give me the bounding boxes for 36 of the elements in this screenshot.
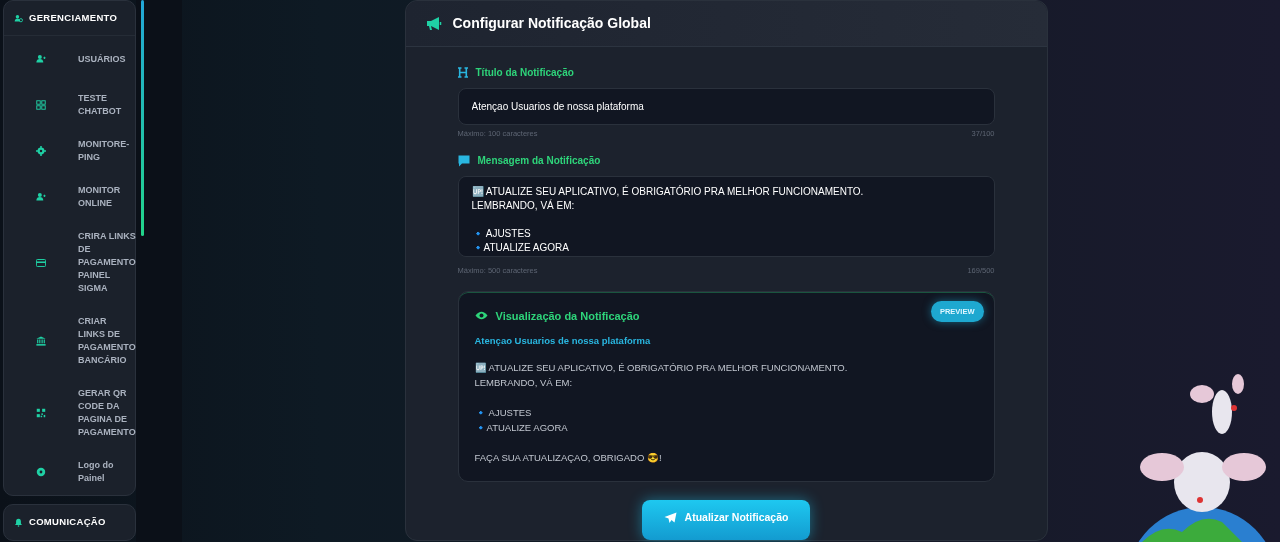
sidebar-item[interactable]: MONITOR ONLINE <box>78 184 135 211</box>
sidebar-section-title[interactable]: GERENCIAMENTO <box>29 11 118 26</box>
heading-icon <box>457 67 468 78</box>
user-plus-icon <box>36 54 46 65</box>
bell-icon <box>14 517 23 527</box>
preview-text-line: 🔹ATUALIZE AGORA <box>474 421 569 436</box>
field-label: Título da Notificação <box>475 66 574 80</box>
sidebar-item[interactable]: GERAR QR CODE DA PAGINA DE PAGAMENTO <box>78 387 136 440</box>
preview-title: Atençao Usuarios de nossa plataforma <box>474 334 652 348</box>
preview-text-line: FAÇA SUA ATUALIZAÇAO, OBRIGADO 😎! <box>474 451 663 466</box>
sidebar-item[interactable]: TESTE CHATBOT <box>78 92 135 119</box>
user-plus-icon <box>36 192 46 203</box>
eye-icon <box>474 311 488 321</box>
bank-icon <box>36 336 46 347</box>
title-input-field[interactable]: Atençao Usuarios de nossa plataforma <box>457 88 995 125</box>
chat-icon <box>457 154 470 167</box>
field-label: Mensagem da Notificação <box>477 154 601 169</box>
sidebar-item[interactable]: Logo do Painel <box>78 459 135 486</box>
sidebar-item[interactable]: CRIAR LINKS DE PAGAMENTO BANCÁRIO <box>78 315 136 368</box>
sidebar-item[interactable]: MONITORE-PING <box>78 138 135 165</box>
disc-icon <box>36 467 46 478</box>
qr-code-icon <box>36 408 46 419</box>
card-title: Configurar Notificação Global <box>452 14 651 33</box>
message-textarea-field[interactable]: 🆙 ATUALIZE SEU APLICATIVO, É OBRIGATÓRIO PRA MELHOR FUNCIONAMENTO. LEMBRANDO, VÁ EM: 🔹 AJUSTES 🔹ATUALIZE AGORA <box>457 176 995 258</box>
grid-icon <box>36 100 46 111</box>
preview-heading: Visualização da Notificação <box>495 308 640 324</box>
send-icon <box>663 512 677 525</box>
sidebar-item[interactable]: CRIRA LINKS DE PAGAMENTO PAINEL SIGMA <box>78 230 136 296</box>
preview-text-line: 🆙 ATUALIZE SEU APLICATIVO, É OBRIGATÓRIO PRA MELHOR FUNCIONAMENTO. <box>474 361 849 376</box>
credit-card-icon <box>36 257 46 268</box>
users-icon <box>14 13 23 23</box>
sidebar-section-title[interactable]: COMUNICAÇÃO <box>29 515 106 530</box>
preview-text-line: LEMBRANDO, VÁ EM: <box>474 376 574 391</box>
preview-text-line: 🔹 AJUSTES <box>474 406 533 421</box>
sidebar-item[interactable]: USUÁRIOS <box>78 52 135 66</box>
megaphone-icon <box>425 16 443 31</box>
